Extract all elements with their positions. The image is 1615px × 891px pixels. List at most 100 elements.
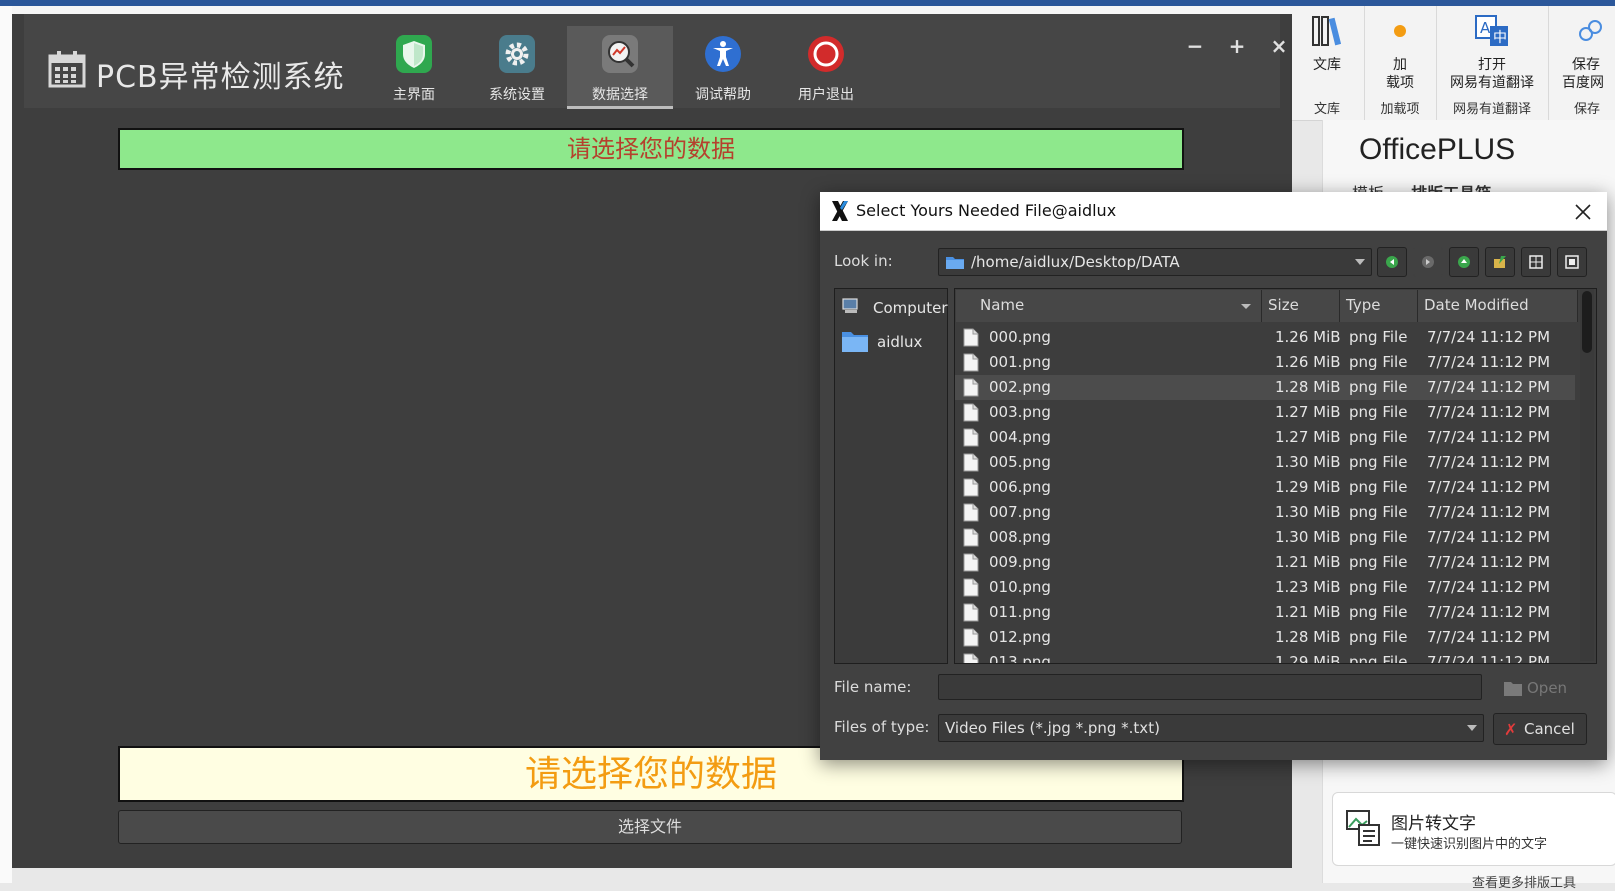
svg-text:中: 中 <box>1493 30 1507 46</box>
sidebar-item-computer[interactable]: Computer <box>841 297 948 319</box>
file-size-cell: 1.21 MiB <box>1275 603 1341 621</box>
file-row[interactable]: 008.png 1.30 MiB png File 7/7/24 11:12 PM <box>955 525 1575 550</box>
x-window-icon <box>832 201 848 221</box>
column-header-size[interactable]: Size <box>1262 290 1340 322</box>
ribbon-group-youdao[interactable]: A 中 打开 网易有道翻译 网易有道翻译 <box>1436 6 1549 120</box>
file-icon <box>963 478 979 497</box>
column-header-date[interactable]: Date Modified <box>1418 290 1578 322</box>
maximize-button[interactable]: + <box>1226 34 1248 58</box>
column-header-type[interactable]: Type <box>1340 290 1418 322</box>
column-header-date-label: Date Modified <box>1424 296 1529 314</box>
shield-icon <box>396 35 432 73</box>
nav-settings-label: 系统设置 <box>489 87 545 103</box>
nav-settings[interactable]: 系统设置 <box>464 26 570 106</box>
file-size-cell: 1.29 MiB <box>1275 478 1341 496</box>
file-size-cell: 1.30 MiB <box>1275 528 1341 546</box>
file-date-cell: 7/7/24 11:12 PM <box>1427 403 1551 421</box>
file-row[interactable]: 000.png 1.26 MiB png File 7/7/24 11:12 PM <box>955 325 1575 350</box>
file-row[interactable]: 009.png 1.21 MiB png File 7/7/24 11:12 PM <box>955 550 1575 575</box>
nav-logout[interactable]: 用户退出 <box>773 26 879 106</box>
file-row[interactable]: 012.png 1.28 MiB png File 7/7/24 11:12 PM <box>955 625 1575 650</box>
ribbon-group-save[interactable]: 保存 百度网 保存 <box>1548 6 1615 120</box>
file-type-cell: png File <box>1349 453 1408 471</box>
translate-icon: A 中 <box>1475 15 1508 46</box>
open-button[interactable]: Open <box>1493 674 1585 702</box>
nav-debug-help[interactable]: 调试帮助 <box>670 26 776 106</box>
file-row[interactable]: 006.png 1.29 MiB png File 7/7/24 11:12 PM <box>955 475 1575 500</box>
dialog-titlebar[interactable]: Select Yours Needed File@aidlux <box>820 192 1607 231</box>
close-icon <box>1575 204 1591 220</box>
look-in-combo[interactable]: /home/aidlux/Desktop/DATA <box>938 248 1372 276</box>
dialog-close-button[interactable] <box>1573 196 1593 228</box>
open-button-label: Open <box>1527 679 1568 697</box>
file-icon <box>963 528 979 547</box>
file-row[interactable]: 007.png 1.30 MiB png File 7/7/24 11:12 PM <box>955 500 1575 525</box>
list-view-icon <box>1529 255 1543 269</box>
file-date-cell: 7/7/24 11:12 PM <box>1427 628 1551 646</box>
close-button[interactable]: × <box>1268 34 1290 58</box>
chevron-down-icon <box>1355 259 1365 265</box>
file-row[interactable]: 003.png 1.27 MiB png File 7/7/24 11:12 PM <box>955 400 1575 425</box>
cancel-button[interactable]: ✗ Cancel <box>1493 713 1587 745</box>
cancel-button-label: Cancel <box>1524 720 1575 738</box>
files-of-type-select[interactable]: Video Files (*.jpg *.png *.txt) <box>938 714 1484 742</box>
file-date-cell: 7/7/24 11:12 PM <box>1427 528 1551 546</box>
file-row[interactable]: 010.png 1.23 MiB png File 7/7/24 11:12 PM <box>955 575 1575 600</box>
select-file-button[interactable]: 选择文件 <box>118 810 1182 844</box>
nav-main-label: 主界面 <box>393 87 435 103</box>
minimize-button[interactable]: − <box>1184 34 1206 58</box>
file-row[interactable]: 013.png 1.29 MiB png File 7/7/24 11:12 PM <box>955 650 1575 664</box>
file-name-cell: 001.png <box>989 353 1051 371</box>
file-name-cell: 012.png <box>989 628 1051 646</box>
file-type-cell: png File <box>1349 353 1408 371</box>
file-row[interactable]: 004.png 1.27 MiB png File 7/7/24 11:12 PM <box>955 425 1575 450</box>
ribbon-label-wenku: 文库 <box>1313 57 1341 73</box>
ribbon-label-addins-1: 加 <box>1393 57 1407 73</box>
calendar-icon <box>48 51 86 88</box>
ribbon-footer-addins: 加载项 <box>1380 102 1420 117</box>
ribbon-group-addins[interactable]: 加 载项 加载项 <box>1364 6 1437 120</box>
file-name-label: File name: <box>834 678 912 696</box>
detail-view-icon <box>1565 255 1579 269</box>
column-header-name[interactable]: Name <box>956 290 1262 322</box>
file-name-cell: 006.png <box>989 478 1051 496</box>
forward-button[interactable] <box>1413 247 1443 277</box>
arrow-left-icon <box>1386 256 1398 268</box>
nav-main[interactable]: 主界面 <box>361 26 467 106</box>
file-icon <box>963 503 979 522</box>
list-view-button[interactable] <box>1521 247 1551 277</box>
file-date-cell: 7/7/24 11:12 PM <box>1427 378 1551 396</box>
ribbon-label-youdao-2: 网易有道翻译 <box>1450 75 1534 91</box>
scrollbar-thumb[interactable] <box>1582 291 1592 353</box>
file-row[interactable]: 011.png 1.21 MiB png File 7/7/24 11:12 PM <box>955 600 1575 625</box>
file-dialog: Select Yours Needed File@aidlux Look in:… <box>820 192 1607 760</box>
file-size-cell: 1.26 MiB <box>1275 328 1341 346</box>
image-to-text-card[interactable]: 图片转文字 一键快速识别图片中的文字 <box>1332 792 1615 866</box>
file-row[interactable]: 001.png 1.26 MiB png File 7/7/24 11:12 PM <box>955 350 1575 375</box>
gear-icon <box>499 35 535 73</box>
ribbon-group-wenku[interactable]: 文库 文库 <box>1290 6 1365 120</box>
nav-logout-label: 用户退出 <box>798 87 854 103</box>
file-row[interactable]: 005.png 1.30 MiB png File 7/7/24 11:12 PM <box>955 450 1575 475</box>
ribbon-footer-youdao: 网易有道翻译 <box>1452 102 1531 117</box>
new-folder-button[interactable] <box>1485 247 1515 277</box>
back-button[interactable] <box>1377 247 1407 277</box>
file-row[interactable]: 002.png 1.28 MiB png File 7/7/24 11:12 PM <box>955 375 1575 400</box>
addin-dot-icon <box>1394 25 1406 37</box>
detail-view-button[interactable] <box>1557 247 1587 277</box>
parent-dir-button[interactable] <box>1449 247 1479 277</box>
file-name-input[interactable] <box>938 674 1482 700</box>
file-list-scrollbar[interactable] <box>1580 289 1594 661</box>
pane-title: OfficePLUS <box>1359 133 1516 166</box>
nav-data-select[interactable]: 数据选择 <box>567 26 673 109</box>
column-header-name-label: Name <box>980 296 1025 314</box>
sidebar-item-computer-label: Computer <box>873 299 948 317</box>
pane-bottom-link[interactable]: 查看更多排版工具 <box>1472 872 1576 891</box>
file-icon <box>963 603 979 622</box>
file-type-cell: png File <box>1349 528 1408 546</box>
file-type-cell: png File <box>1349 328 1408 346</box>
sidebar-item-aidlux[interactable]: aidlux <box>841 329 922 357</box>
accessibility-icon <box>705 36 741 72</box>
prompt-banner-top: 请选择您的数据 <box>118 128 1184 170</box>
file-date-cell: 7/7/24 11:12 PM <box>1427 653 1551 664</box>
